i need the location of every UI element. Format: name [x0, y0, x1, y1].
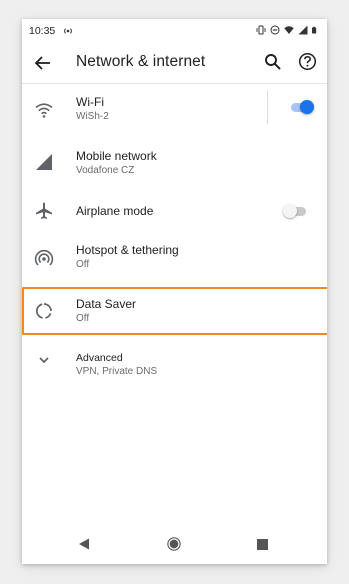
wifi-toggle-thumb — [300, 100, 314, 114]
wifi-divider — [267, 90, 268, 124]
wifi-subtitle: WiSh-2 — [76, 111, 109, 122]
hotspot-row[interactable]: Hotspot & tethering Off — [22, 232, 327, 285]
advanced-row[interactable]: Advanced VPN, Private DNS — [22, 337, 327, 387]
mobile-network-title: Mobile network — [76, 149, 157, 163]
wifi-toggle[interactable] — [288, 100, 314, 114]
hotspot-title: Hotspot & tethering — [76, 243, 179, 257]
vibrate-icon — [256, 25, 266, 35]
hotspot-status-icon — [64, 28, 72, 34]
wifi-icon — [35, 103, 53, 118]
phone-screen: 10:35 Network & internet Wi-Fi WiSh-2 Mo… — [22, 19, 327, 564]
page-background: 10:35 Network & internet Wi-Fi WiSh-2 Mo… — [0, 0, 349, 584]
app-toolbar: Network & internet — [22, 43, 327, 84]
airplane-mode-title: Airplane mode — [76, 204, 154, 218]
mobile-network-row[interactable]: Mobile network Vodafone CZ — [22, 138, 327, 190]
hotspot-subtitle: Off — [76, 259, 90, 270]
airplane-icon — [36, 202, 52, 219]
mobile-network-subtitle: Vodafone CZ — [76, 165, 135, 176]
wifi-status-icon — [284, 26, 294, 34]
nav-home-icon[interactable] — [167, 537, 181, 551]
airplane-mode-toggle[interactable] — [283, 204, 309, 218]
data-saver-highlight-box — [22, 287, 327, 335]
signal-status-icon — [298, 25, 308, 35]
hotspot-icon — [34, 250, 54, 266]
battery-icon — [312, 26, 317, 34]
help-icon[interactable] — [298, 52, 317, 71]
advanced-title: Advanced — [76, 352, 123, 364]
signal-icon — [36, 154, 52, 170]
status-bar: 10:35 — [22, 19, 327, 43]
airplane-mode-row[interactable]: Airplane mode — [22, 190, 327, 232]
search-icon[interactable] — [264, 53, 282, 71]
back-arrow-icon[interactable] — [33, 53, 53, 73]
airplane-toggle-thumb — [283, 204, 297, 218]
wifi-row[interactable]: Wi-Fi WiSh-2 — [22, 84, 327, 138]
nav-back-icon[interactable] — [78, 538, 90, 550]
chevron-down-icon — [39, 357, 49, 364]
page-title: Network & internet — [76, 53, 206, 70]
advanced-subtitle: VPN, Private DNS — [76, 366, 158, 377]
status-icons — [256, 25, 319, 35]
status-time: 10:35 — [29, 25, 56, 37]
system-nav-bar — [22, 524, 327, 564]
wifi-title: Wi-Fi — [76, 95, 104, 109]
do-not-disturb-icon — [270, 25, 280, 35]
nav-recents-icon[interactable] — [257, 539, 268, 550]
